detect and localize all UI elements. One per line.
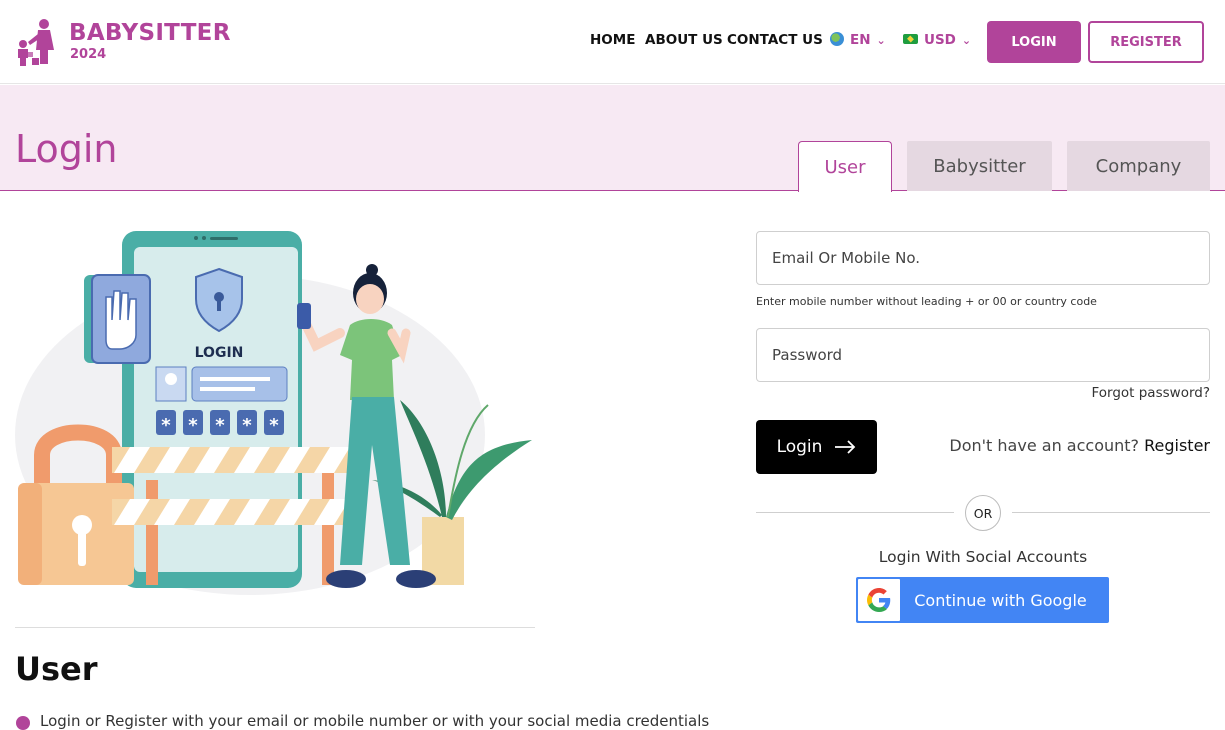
section-divider [15,627,535,628]
language-value: EN [850,32,871,48]
language-selector[interactable]: EN ⌄ [830,32,886,48]
hand-icon [105,290,137,350]
google-icon [858,579,900,621]
babysitter-logo-icon [18,19,54,66]
login-button[interactable]: Login [756,420,877,474]
site-header: BABYSITTER 2024 HOME ABOUT US CONTACT US… [0,0,1225,84]
pin-char: * [215,415,225,436]
header-login-button[interactable]: LOGIN [987,21,1081,63]
chevron-down-icon: ⌄ [876,34,886,47]
nav-contact-us[interactable]: CONTACT US [727,32,823,48]
google-login-button[interactable]: Continue with Google [856,577,1109,623]
illus-login-label: LOGIN [195,345,244,361]
chevron-down-icon: ⌄ [961,34,972,47]
register-link[interactable]: Register [1144,436,1210,455]
google-button-label: Continue with Google [914,590,1087,610]
no-account-prompt: Don't have an account? Register [949,436,1210,455]
forgot-password-link[interactable]: Forgot password? [1091,385,1210,401]
logo-title: BABYSITTER [69,20,231,46]
globe-icon [830,32,844,46]
login-illustration: LOGIN * * * * * [10,225,540,600]
no-account-text: Don't have an account? [949,436,1140,455]
logo-year: 2024 [70,47,107,62]
pin-char: * [188,415,198,436]
tab-babysitter[interactable]: Babysitter [907,141,1052,191]
currency-value: USD [924,32,956,48]
password-field[interactable] [756,328,1210,382]
tab-company[interactable]: Company [1067,141,1210,191]
nav-home[interactable]: HOME [590,32,635,48]
section-bullet-text: Login or Register with your email or mob… [40,712,710,730]
currency-flag-icon [903,34,918,44]
page-title: Login [15,127,118,171]
pin-char: * [242,415,252,436]
or-divider-right [1012,512,1210,513]
or-divider-left [756,512,954,513]
tab-user[interactable]: User [798,141,892,192]
bullet-icon [16,716,30,730]
arrow-right-icon [835,440,856,454]
or-separator: OR [965,495,1001,531]
pin-char: * [161,415,171,436]
header-register-button[interactable]: REGISTER [1088,21,1204,63]
password-input[interactable] [772,346,1194,364]
email-input[interactable] [772,249,1194,267]
email-hint: Enter mobile number without leading + or… [756,295,1097,308]
currency-selector[interactable]: USD ⌄ [903,32,971,48]
email-field[interactable] [756,231,1210,285]
site-logo[interactable]: BABYSITTER 2024 [14,16,230,70]
login-button-label: Login [776,437,823,457]
social-login-label: Login With Social Accounts [878,548,1088,566]
pin-char: * [269,415,279,436]
nav-about-us[interactable]: ABOUT US [645,32,723,48]
section-heading: User [15,650,98,688]
page-banner: Login User Babysitter Company [0,85,1225,192]
